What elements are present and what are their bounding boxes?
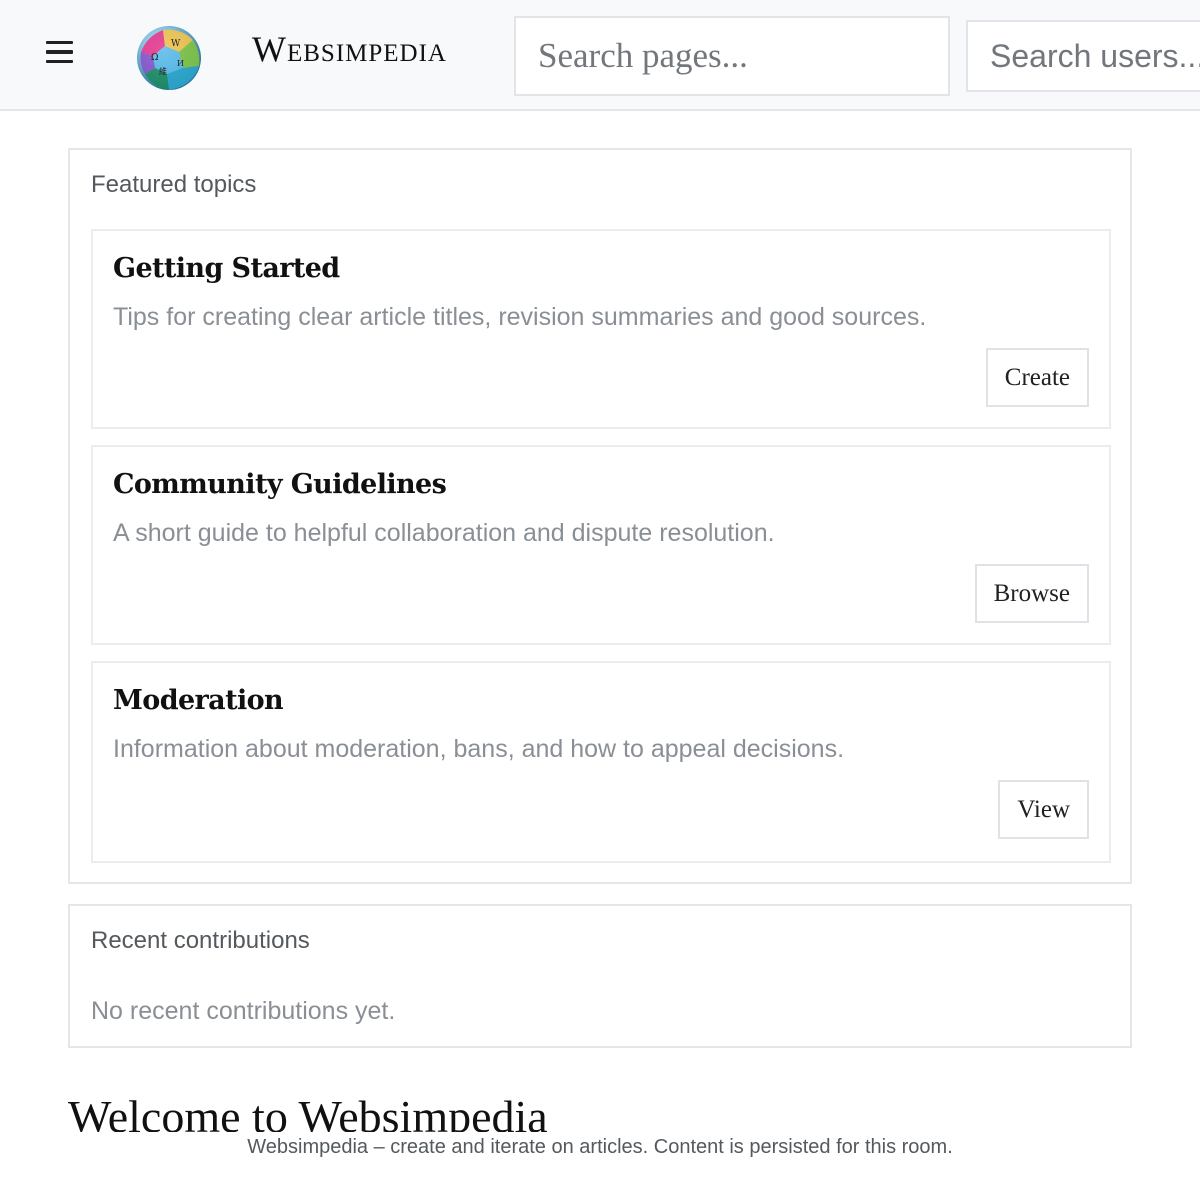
search-pages-field[interactable] [514,16,950,96]
svg-text:И: И [177,59,184,68]
svg-text:Ω: Ω [151,53,158,63]
svg-text:W: W [171,39,181,49]
topic-card-description: Tips for creating clear article titles, … [113,303,927,331]
view-button[interactable]: View [998,780,1089,839]
svg-text:維: 維 [159,66,167,76]
featured-topics-heading: Featured topics [91,171,257,198]
topic-card-description: A short guide to helpful collaboration a… [113,519,775,547]
menu-bar [45,40,73,45]
topic-card: Community Guidelines A short guide to he… [91,445,1111,645]
recent-contributions-empty-message: No recent contributions yet. [91,997,396,1025]
recent-contributions-panel: Recent contributions No recent contribut… [68,904,1132,1048]
topic-card-title: Moderation [113,685,284,716]
recent-contributions-heading: Recent contributions [91,927,310,954]
featured-topics-panel: Featured topics Getting Started Tips for… [68,148,1132,884]
hamburger-menu-icon[interactable] [36,30,82,74]
topic-card-description: Information about moderation, bans, and … [113,735,845,763]
globe-puzzle-logo-icon[interactable]: Ω W И 維 [133,22,205,92]
search-pages-input[interactable] [536,35,928,77]
menu-bar [45,50,73,54]
topic-card-title: Community Guidelines [113,469,447,500]
search-users-field[interactable] [966,20,1200,92]
search-users-input[interactable] [988,36,1200,76]
topic-card-title: Getting Started [113,253,340,284]
footer-note: Websimpedia – create and iterate on arti… [0,1134,1200,1160]
create-button[interactable]: Create [985,348,1089,407]
menu-bar [45,59,73,64]
top-header: Ω W И 維 Websimpedia [0,0,1200,111]
site-wordmark[interactable]: Websimpedia [252,28,447,70]
topic-card: Getting Started Tips for creating clear … [91,229,1111,429]
browse-button[interactable]: Browse [974,564,1089,623]
welcome-heading: Welcome to Websimpedia [68,1091,548,1132]
topic-card: Moderation Information about moderation,… [91,661,1111,863]
